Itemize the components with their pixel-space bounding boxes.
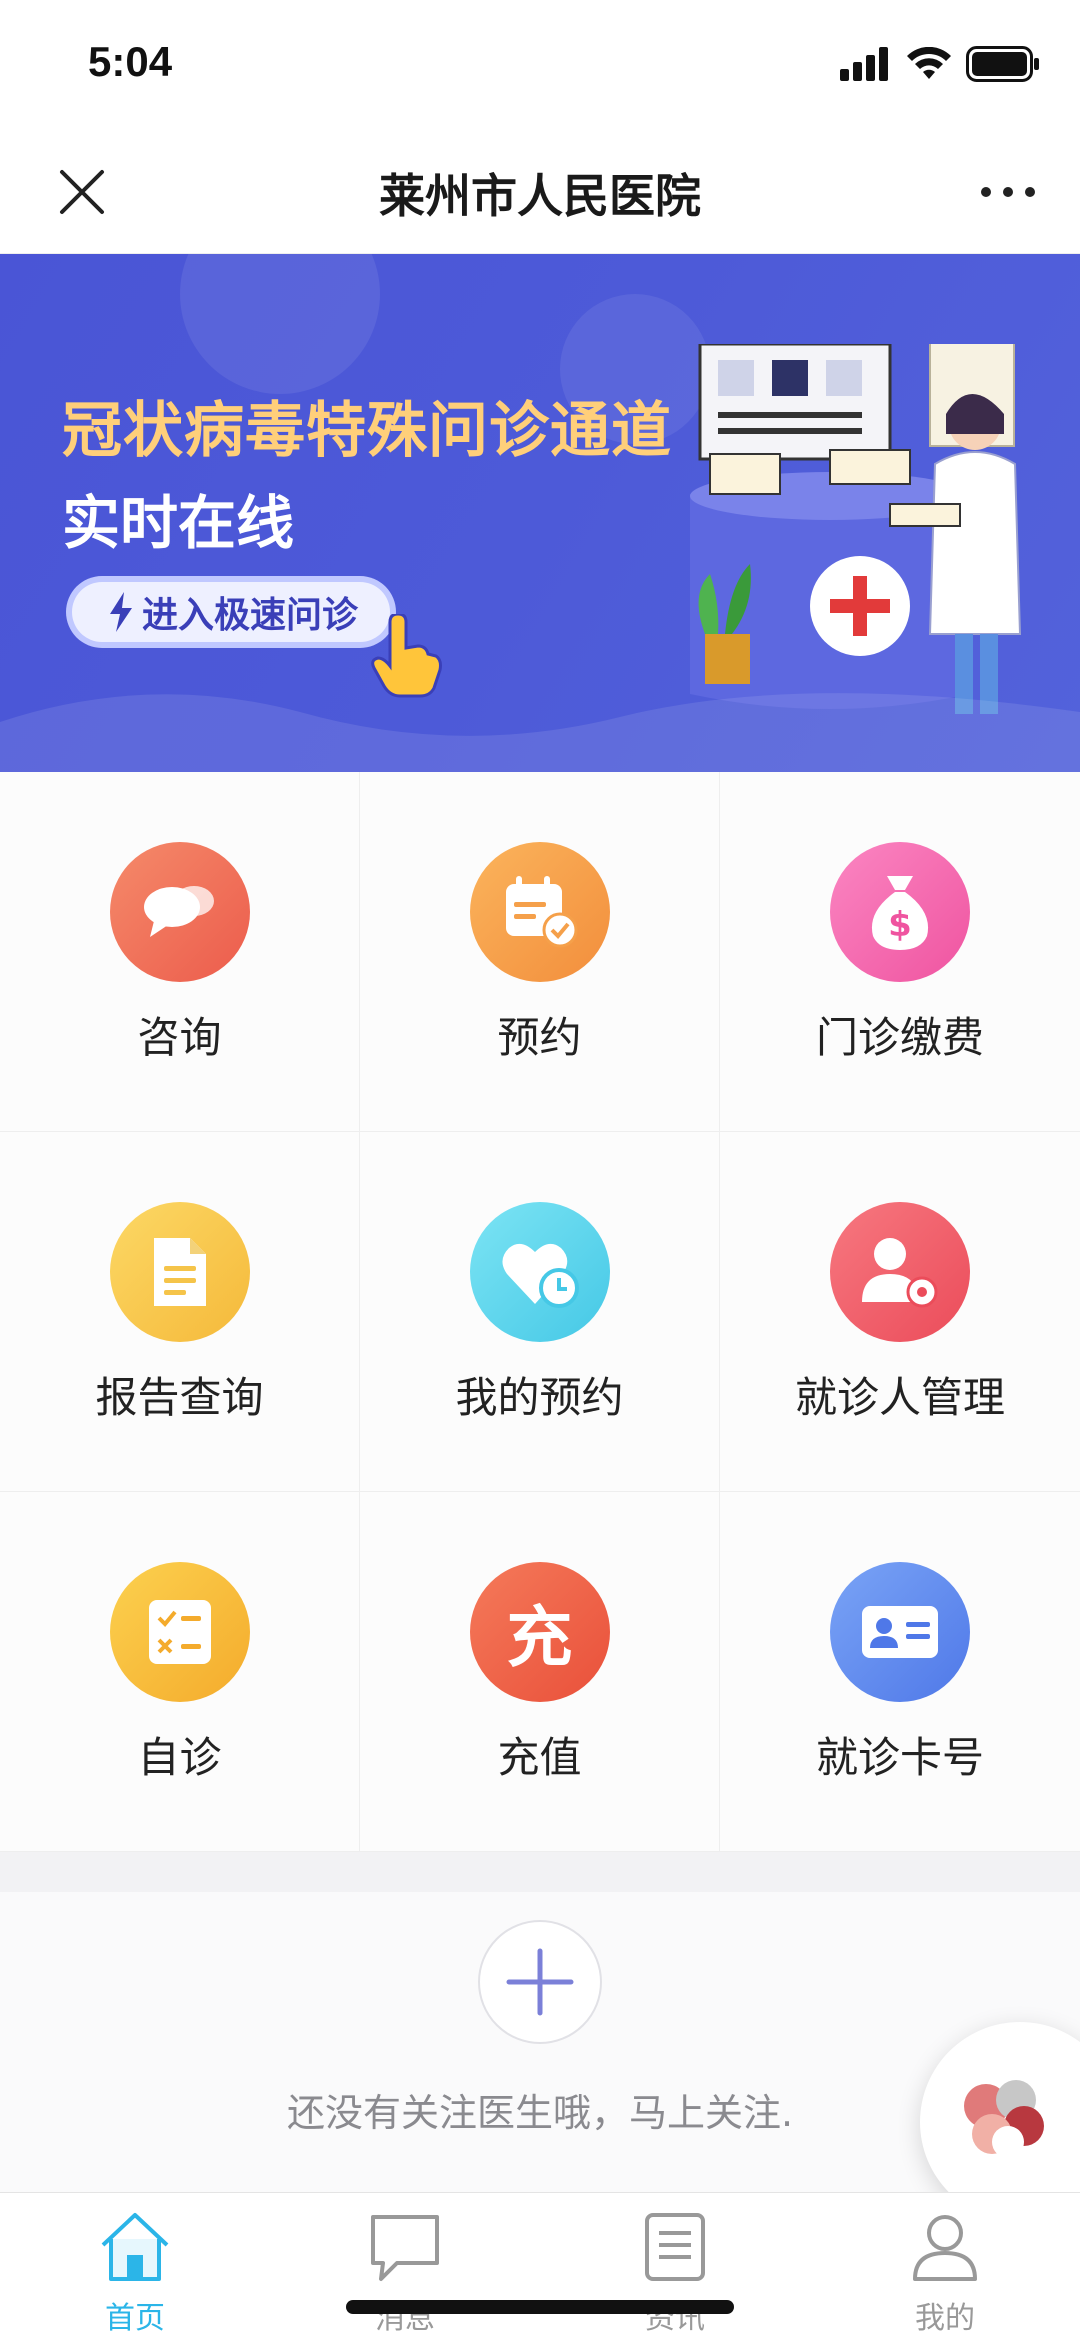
nav-bar: 莱州市人民医院 xyxy=(0,130,1080,254)
service-grid: 咨询 预约 $ 门诊缴费 报告查询 我的预约 就诊人管理 自诊 充 充值 就诊卡… xyxy=(0,772,1080,1852)
follow-hint: 还没有关注医生哦，马上关注. xyxy=(286,2091,794,2135)
grid-item-card-number[interactable]: 就诊卡号 xyxy=(720,1492,1080,1852)
grid-item-recharge[interactable]: 充 充值 xyxy=(360,1492,720,1852)
grid-item-appointment[interactable]: 预约 xyxy=(360,772,720,1132)
tab-label: 首页 xyxy=(105,2301,165,2336)
svg-text:$: $ xyxy=(888,905,912,945)
battery-icon xyxy=(966,46,1039,82)
grid-item-self-diagnosis[interactable]: 自诊 xyxy=(0,1492,360,1852)
grid-label: 预约 xyxy=(497,1013,582,1062)
chat-bubbles-icon xyxy=(109,842,250,982)
grid-item-consult[interactable]: 咨询 xyxy=(0,772,360,1132)
news-icon xyxy=(645,2213,705,2281)
message-icon xyxy=(371,2215,439,2281)
grid-label: 门诊缴费 xyxy=(815,1013,984,1062)
checklist-icon xyxy=(109,1562,250,1702)
bottom-tab-bar: 首页 消息 资讯 我的 xyxy=(0,2192,1080,2339)
add-follow-button[interactable] xyxy=(478,1920,602,2044)
banner-title: 冠状病毒特殊问诊通道 xyxy=(62,396,672,466)
quick-consult-button[interactable]: 进入极速问诊 xyxy=(66,576,397,648)
plus-icon xyxy=(506,1948,574,2016)
status-icons xyxy=(840,44,1040,84)
petal-logo-icon xyxy=(964,2080,1044,2158)
grid-label: 报告查询 xyxy=(95,1373,264,1422)
id-card-icon xyxy=(830,1562,970,1702)
user-icon xyxy=(913,2215,977,2281)
grid-label: 咨询 xyxy=(137,1013,222,1062)
tab-messages[interactable]: 消息 xyxy=(270,2193,540,2339)
grid-item-patient-management[interactable]: 就诊人管理 xyxy=(720,1132,1080,1492)
home-icon xyxy=(101,2213,169,2281)
money-bag-icon: $ xyxy=(830,842,970,982)
grid-label: 就诊人管理 xyxy=(794,1373,1005,1422)
section-divider xyxy=(0,1852,1080,1892)
lightning-icon xyxy=(110,592,132,632)
tab-profile[interactable]: 我的 xyxy=(810,2193,1080,2339)
status-time: 5:04 xyxy=(88,38,173,85)
grid-label: 充值 xyxy=(497,1733,582,1782)
grid-label: 自诊 xyxy=(137,1733,222,1782)
grid-item-outpatient-payment[interactable]: $ 门诊缴费 xyxy=(720,772,1080,1132)
grid-label: 我的预约 xyxy=(455,1373,624,1422)
tab-home[interactable]: 首页 xyxy=(0,2193,270,2339)
promo-banner[interactable]: 冠状病毒特殊问诊通道 实时在线 进入极速问诊 xyxy=(0,254,1080,772)
document-icon xyxy=(109,1202,250,1342)
banner-wave xyxy=(0,693,1080,772)
person-gear-icon xyxy=(830,1202,970,1342)
tab-label: 我的 xyxy=(915,2301,975,2336)
quick-consult-label: 进入极速问诊 xyxy=(142,595,359,636)
home-indicator[interactable] xyxy=(346,2300,734,2314)
recharge-icon: 充 xyxy=(469,1562,610,1702)
heart-clock-icon xyxy=(469,1202,610,1342)
grid-item-report-query[interactable]: 报告查询 xyxy=(0,1132,360,1492)
grid-item-my-appointments[interactable]: 我的预约 xyxy=(360,1132,720,1492)
tab-news[interactable]: 资讯 xyxy=(540,2193,810,2339)
more-icon[interactable] xyxy=(976,174,1040,210)
banner-decoration xyxy=(180,254,380,394)
calendar-check-icon xyxy=(469,842,610,982)
banner-subtitle: 实时在线 xyxy=(62,489,295,557)
wifi-icon xyxy=(907,47,951,79)
status-bar: 5:04 xyxy=(0,0,1080,130)
follow-doctor-section: 还没有关注医生哦，马上关注. xyxy=(0,1892,1080,2192)
page-title: 莱州市人民医院 xyxy=(379,169,701,223)
grid-label: 就诊卡号 xyxy=(815,1733,984,1782)
signal-icon xyxy=(840,47,888,81)
